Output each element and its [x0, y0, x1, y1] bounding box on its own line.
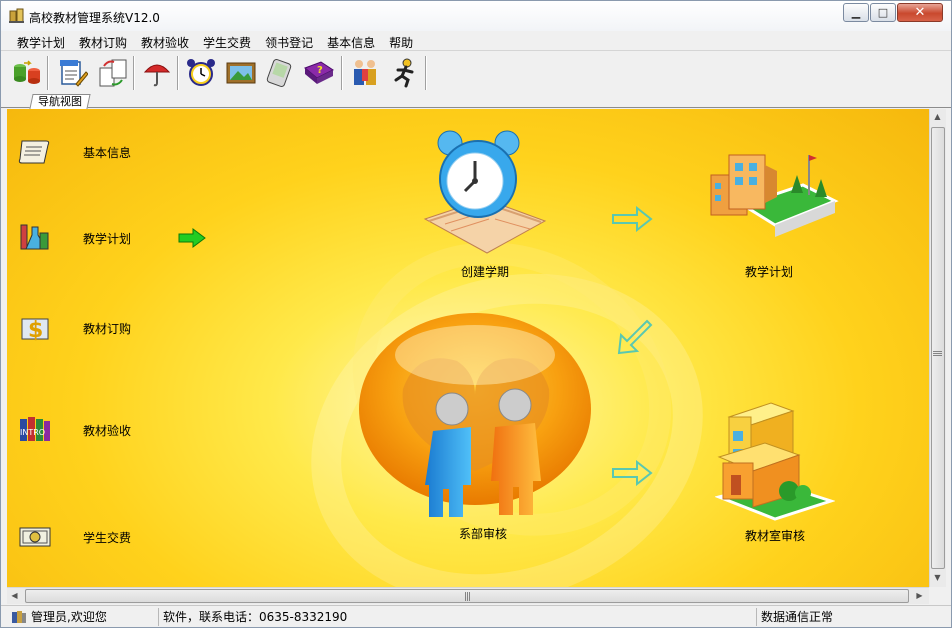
user-books-icon	[12, 611, 26, 623]
minimize-button[interactable]: ▁	[843, 3, 869, 22]
toolbar-button-clock[interactable]	[185, 56, 217, 90]
picture-frame-icon	[226, 62, 256, 84]
close-button[interactable]: ✕	[897, 3, 943, 22]
umbrella-icon	[143, 64, 171, 87]
tab-navigation-view[interactable]: 导航视图	[29, 94, 91, 109]
database-transfer-icon	[14, 60, 40, 84]
flow-node-teaching-plan[interactable]: 教学计划	[707, 145, 839, 279]
scroll-grip-icon: |||	[463, 592, 471, 602]
help-book-icon: ?	[304, 61, 334, 84]
users-icon	[354, 60, 376, 85]
toolbar-separator	[47, 56, 49, 90]
scroll-up-icon[interactable]: ▲	[930, 109, 945, 124]
menu-student-payment[interactable]: 学生交费	[203, 31, 251, 50]
menu-textbook-acceptance[interactable]: 教材验收	[141, 31, 189, 50]
menu-textbook-order[interactable]: 教材订购	[79, 31, 127, 50]
menu-book-collection[interactable]: 领书登记	[265, 31, 313, 50]
money-icon	[17, 519, 53, 555]
nav-label: 教材订购	[83, 321, 132, 336]
title-bar: 高校教材管理系统V12.0 ▁ □ ✕	[1, 1, 951, 31]
alarm-clock-icon	[187, 59, 215, 86]
scroll-icon	[17, 134, 53, 170]
svg-text:?: ?	[317, 65, 323, 76]
runner-icon	[394, 58, 414, 88]
toolbar-separator	[341, 56, 343, 90]
flow-node-create-semester[interactable]: 创建学期	[415, 129, 555, 279]
flow-label: 教材室审核	[744, 529, 805, 543]
status-bar: 管理员,欢迎您 软件，联系电话：0635-8332190 数据通信正常	[1, 605, 951, 627]
vertical-scroll-thumb[interactable]: |||	[931, 127, 945, 569]
green-arrow-icon	[178, 228, 206, 248]
nav-label: 基本信息	[83, 145, 132, 160]
status-contact: 软件，联系电话：0635-8332190	[159, 608, 757, 626]
lab-flask-icon	[17, 220, 53, 256]
toolbar-button-pda[interactable]	[263, 56, 295, 90]
scroll-down-icon[interactable]: ▼	[930, 570, 945, 585]
document-pen-icon	[60, 60, 88, 87]
minimize-icon: ▁	[851, 6, 861, 19]
toolbar-separator	[177, 56, 179, 90]
menu-bar: 教学计划 教材订购 教材验收 学生交费 领书登记 基本信息 帮助	[1, 31, 951, 51]
svg-text:$: $	[28, 318, 43, 343]
menu-help[interactable]: 帮助	[389, 31, 413, 50]
app-window: 高校教材管理系统V12.0 ▁ □ ✕ 教学计划 教材订购 教材验收 学生交费 …	[0, 0, 952, 628]
house-icon	[714, 402, 836, 521]
navigation-view: 基本信息 教学计划 $ 教材订购 INTRO 教材验收 学生交费 创建学期 教学…	[7, 109, 929, 587]
toolbar-button-database[interactable]	[11, 56, 43, 90]
flow-label: 系部审核	[458, 527, 507, 541]
close-icon: ✕	[914, 5, 926, 20]
flow-label: 创建学期	[460, 265, 509, 279]
app-icon	[9, 8, 24, 23]
school-building-icon	[710, 154, 839, 237]
toolbar-separator	[425, 56, 427, 90]
nav-item-textbook-order[interactable]: $ 教材订购	[17, 308, 131, 348]
nav-label: 教学计划	[83, 231, 132, 246]
toolbar-button-document[interactable]	[57, 56, 89, 90]
toolbar: ?	[1, 52, 951, 94]
svg-text:INTRO: INTRO	[20, 428, 45, 437]
flow-arrow-down-left-icon	[617, 319, 653, 355]
nav-item-teaching-plan[interactable]: 教学计划	[17, 218, 206, 258]
flow-node-department-review[interactable]: 系部审核	[357, 299, 597, 541]
status-connection: 数据通信正常	[761, 610, 834, 624]
maximize-icon: □	[877, 6, 889, 19]
flow-arrow-right-icon	[612, 206, 653, 232]
pda-icon	[266, 58, 292, 88]
scroll-left-icon[interactable]: ◀	[7, 588, 22, 603]
toolbar-separator	[133, 56, 135, 90]
maximize-button[interactable]: □	[870, 3, 896, 22]
alarm-clock-book-icon	[423, 130, 547, 254]
toolbar-button-exit[interactable]	[389, 56, 421, 90]
horizontal-scroll-thumb[interactable]: |||	[25, 589, 909, 603]
nav-label: 教材验收	[83, 423, 132, 438]
flow-label: 教学计划	[744, 265, 793, 279]
window-title: 高校教材管理系统V12.0	[29, 11, 160, 25]
toolbar-button-exchange[interactable]	[97, 56, 129, 90]
document-exchange-icon	[99, 59, 127, 87]
nav-item-basic-info[interactable]: 基本信息	[17, 132, 131, 172]
status-user: 管理员,欢迎您	[27, 608, 159, 626]
dollar-icon: $	[17, 310, 53, 346]
tab-strip: 导航视图	[1, 94, 951, 109]
toolbar-button-users[interactable]	[349, 56, 381, 90]
toolbar-button-umbrella[interactable]	[141, 56, 173, 90]
toolbar-button-picture[interactable]	[225, 56, 257, 90]
nav-item-student-payment[interactable]: 学生交费	[17, 517, 131, 557]
scroll-grip-icon: |||	[932, 349, 943, 357]
books-icon: INTRO	[17, 412, 53, 448]
two-people-icon	[359, 313, 591, 517]
menu-teaching-plan[interactable]: 教学计划	[17, 31, 65, 50]
flow-node-textbook-room-review[interactable]: 教材室审核	[714, 397, 836, 543]
horizontal-scrollbar[interactable]: ◀ ||| ▶	[7, 587, 929, 604]
menu-basic-info[interactable]: 基本信息	[327, 31, 375, 50]
nav-label: 学生交费	[83, 530, 132, 545]
toolbar-button-help[interactable]: ?	[303, 56, 335, 90]
scroll-right-icon[interactable]: ▶	[912, 588, 927, 603]
nav-item-textbook-acceptance[interactable]: INTRO 教材验收	[17, 410, 131, 450]
vertical-scrollbar[interactable]: ▲ ||| ▼	[929, 109, 946, 587]
flow-arrow-right-icon	[612, 460, 653, 486]
